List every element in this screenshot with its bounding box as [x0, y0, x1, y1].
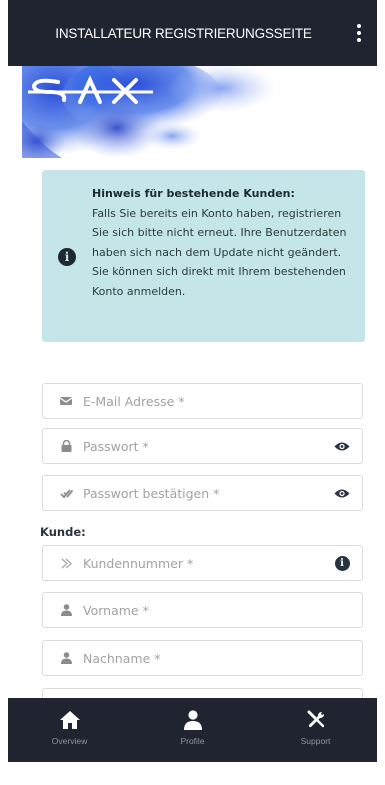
info-circle-icon: i — [58, 248, 76, 266]
existing-customer-notice: i Hinweis für bestehende Kunden: Falls S… — [42, 170, 365, 342]
user-icon — [51, 652, 81, 664]
nav-item-overview[interactable]: Overview — [30, 710, 110, 746]
envelope-icon — [51, 396, 81, 406]
email-input[interactable] — [81, 384, 362, 418]
email-field[interactable] — [42, 383, 363, 419]
info-circle-icon[interactable]: i — [326, 555, 358, 571]
password-confirm-field[interactable] — [42, 475, 363, 511]
first-name-input[interactable] — [81, 593, 362, 627]
last-name-field[interactable] — [42, 640, 363, 676]
first-name-field[interactable] — [42, 592, 363, 628]
nav-label-support: Support — [300, 736, 331, 746]
user-icon — [51, 604, 81, 616]
kebab-menu-icon[interactable] — [341, 13, 377, 53]
eye-icon[interactable] — [326, 488, 358, 499]
password-field[interactable] — [42, 428, 363, 464]
screen-frame-left — [0, 0, 8, 785]
double-check-icon — [51, 488, 81, 499]
user-icon — [183, 710, 202, 730]
registration-content[interactable]: i Hinweis für bestehende Kunden: Falls S… — [22, 66, 369, 698]
app-bar: INSTALLATEUR REGISTRIERUNGSSEITE — [8, 0, 377, 66]
hero-banner — [22, 66, 369, 158]
chevron-right-icon — [51, 558, 81, 569]
nav-label-profile: Profile — [180, 736, 205, 746]
nav-item-support[interactable]: Support — [276, 710, 356, 746]
lock-icon — [51, 440, 81, 452]
nav-item-profile[interactable]: Profile — [153, 710, 233, 746]
nav-label-overview: Overview — [51, 736, 88, 746]
phone-screen: INSTALLATEUR REGISTRIERUNGSSEITE i Hinwe… — [0, 0, 385, 785]
customer-section-label: Kunde: — [40, 525, 86, 539]
bottom-navigation: Overview Profile Support — [8, 698, 377, 762]
password-confirm-input[interactable] — [81, 476, 326, 510]
password-input[interactable] — [81, 429, 326, 463]
eye-icon[interactable] — [326, 441, 358, 452]
customer-number-input[interactable] — [81, 546, 326, 580]
bottom-strip — [8, 762, 377, 785]
notice-title: Hinweis für bestehende Kunden: — [92, 187, 295, 200]
customer-number-field[interactable]: i — [42, 545, 363, 581]
home-icon — [59, 711, 80, 729]
next-field-partial[interactable] — [42, 688, 363, 698]
tools-icon — [307, 710, 324, 728]
page-title: INSTALLATEUR REGISTRIERUNGSSEITE — [55, 25, 312, 41]
notice-body: Falls Sie bereits ein Konto haben, regis… — [92, 206, 347, 298]
screen-frame-right — [377, 0, 385, 785]
sax-logo-icon — [28, 75, 153, 104]
last-name-input[interactable] — [81, 641, 362, 675]
